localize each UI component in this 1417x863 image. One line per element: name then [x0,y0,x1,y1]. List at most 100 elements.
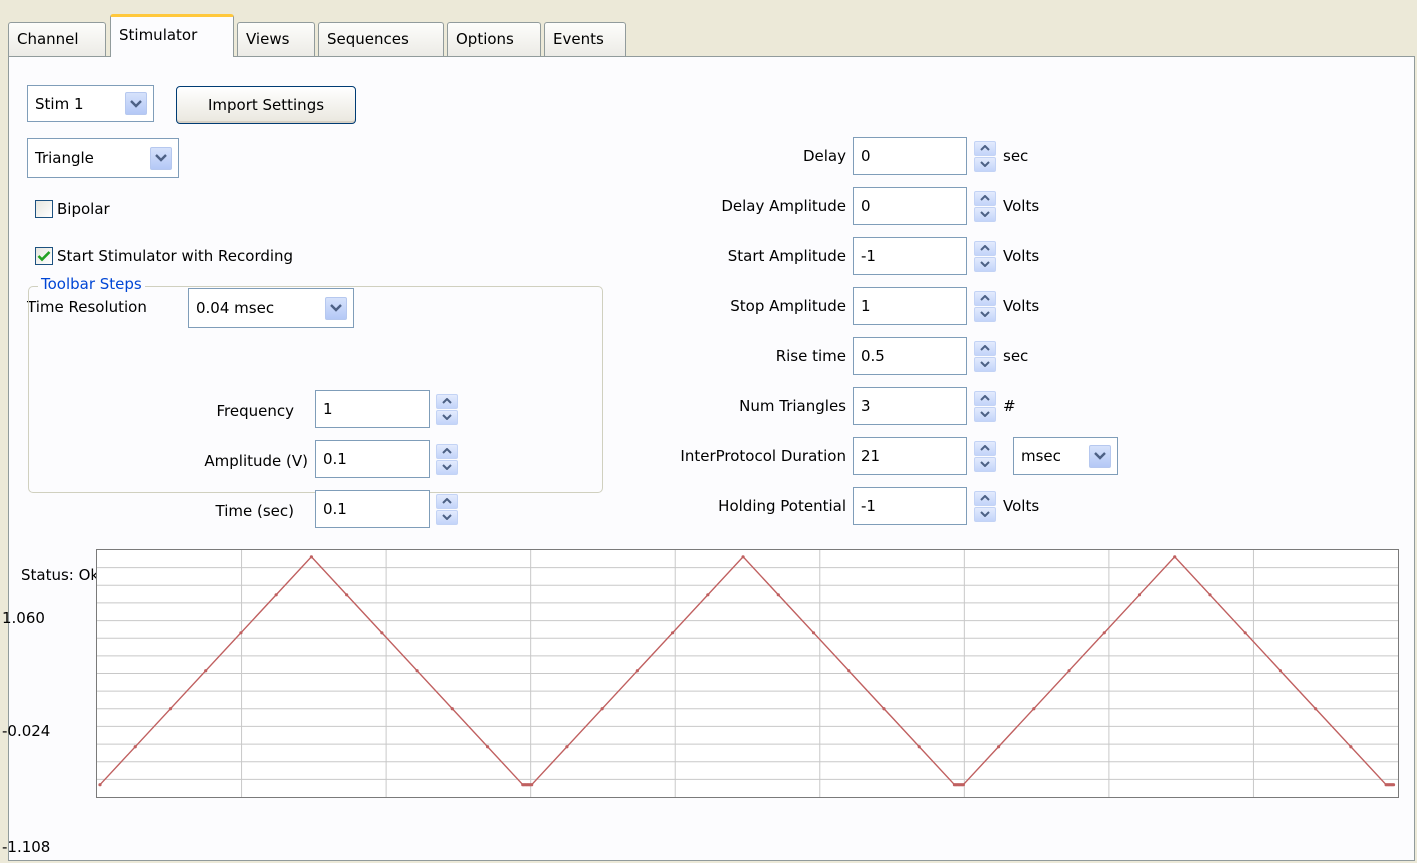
delay-field[interactable]: 0 [853,137,967,175]
chevron-down-icon[interactable] [150,146,172,170]
spin-down-icon[interactable] [974,306,996,322]
data-point [1173,555,1177,559]
data-point [1137,593,1142,597]
spin-down-icon[interactable] [974,356,996,372]
data-point [133,745,137,749]
stim-select[interactable]: Stim 1 [27,85,154,122]
spin-down-icon[interactable] [974,406,996,422]
amplitude-step-field[interactable]: 0.1 [315,440,430,478]
waveform-select-value: Triangle [35,149,94,167]
tab-channel-label: Channel [17,30,79,48]
time-label: Time (sec) [215,502,294,520]
chevron-down-icon[interactable] [1089,444,1111,468]
data-point [961,783,965,787]
stimulus-waveform-chart [97,550,1398,797]
stimulus-waveform-plot [96,549,1399,798]
data-point [1278,669,1283,673]
frequency-step-field[interactable]: 1 [315,390,430,428]
data-point [565,745,569,749]
tab-stimulator[interactable]: Stimulator [110,14,234,57]
start-amplitude-field[interactable]: -1 [853,237,967,275]
stop-amplitude-unit: Volts [1003,297,1040,315]
stop-amplitude-spinner[interactable] [974,287,996,325]
stim-select-value: Stim 1 [35,94,84,113]
data-point [1067,669,1071,673]
delay-amplitude-field[interactable]: 0 [853,187,967,225]
rise-time-unit: sec [1003,347,1029,365]
bipolar-label: Bipolar [57,200,110,218]
delay-amplitude-spinner[interactable] [974,187,996,225]
checkmark-icon[interactable] [35,247,53,265]
num-triangles-field[interactable]: 3 [853,387,967,425]
tab-channel[interactable]: Channel [8,22,106,56]
delay-amplitude-label: Delay Amplitude [721,197,846,215]
spin-down-icon[interactable] [436,409,458,425]
spin-down-icon[interactable] [974,256,996,272]
data-point [345,593,349,597]
holding-potential-spinner[interactable] [974,487,996,525]
import-settings-label: Import Settings [207,96,325,114]
stop-amplitude-label: Stop Amplitude [730,297,846,315]
waveform-select[interactable]: Triangle [27,138,179,178]
bipolar-checkbox[interactable]: Bipolar [35,200,110,218]
amplitude-label: Amplitude (V) [204,452,308,470]
spin-down-icon[interactable] [974,206,996,222]
y-tick-label: 1.060 [2,609,45,627]
data-point [670,631,675,635]
spin-up-icon[interactable] [974,340,996,356]
y-tick-label: -1.108 [2,838,51,856]
checkbox-unchecked-icon[interactable] [35,200,53,218]
stop-amplitude-field[interactable]: 1 [853,287,967,325]
start-amplitude-spinner[interactable] [974,237,996,275]
amplitude-spinner[interactable] [436,440,458,478]
tab-views[interactable]: Views [237,22,315,56]
data-point [741,555,745,559]
import-settings-button[interactable]: Import Settings [176,86,356,124]
data-point [635,669,639,673]
rise-time-field[interactable]: 0.5 [853,337,967,375]
start-with-recording-checkbox[interactable]: Start Stimulator with Recording [35,247,293,265]
spin-up-icon[interactable] [974,440,996,456]
holding-potential-field[interactable]: -1 [853,487,967,525]
data-point [706,593,710,597]
data-point [1314,707,1318,711]
spin-down-icon[interactable] [974,506,996,522]
interprotocol-duration-field[interactable]: 21 [853,437,967,475]
holding-potential-unit: Volts [1003,497,1040,515]
spin-down-icon[interactable] [974,456,996,472]
frequency-spinner[interactable] [436,390,458,428]
spin-up-icon[interactable] [974,490,996,506]
spin-up-icon[interactable] [974,140,996,156]
interprotocol-unit-select[interactable]: msec [1013,437,1118,475]
data-point [450,707,454,711]
data-point [847,669,851,673]
data-point [996,745,1001,749]
spin-up-icon[interactable] [974,290,996,306]
start-amplitude-unit: Volts [1003,247,1040,265]
data-point [1349,745,1353,749]
spin-up-icon[interactable] [436,493,458,509]
delay-label: Delay [802,147,846,165]
rise-time-spinner[interactable] [974,337,996,375]
data-point [309,555,313,559]
spin-up-icon[interactable] [436,443,458,459]
spin-up-icon[interactable] [974,390,996,406]
interprotocol-duration-spinner[interactable] [974,437,996,475]
interprotocol-duration-label: InterProtocol Duration [680,447,846,465]
time-step-field[interactable]: 0.1 [315,490,430,528]
delay-spinner[interactable] [974,137,996,175]
spin-up-icon[interactable] [974,190,996,206]
tab-options[interactable]: Options [447,22,541,56]
spin-down-icon[interactable] [436,459,458,475]
spin-down-icon[interactable] [974,156,996,172]
chevron-down-icon[interactable] [125,92,147,115]
tab-sequences[interactable]: Sequences [318,22,444,56]
num-triangles-spinner[interactable] [974,387,996,425]
start-with-recording-label: Start Stimulator with Recording [57,247,294,265]
spin-down-icon[interactable] [436,509,458,525]
spin-up-icon[interactable] [436,393,458,409]
data-point [1102,631,1106,635]
spin-up-icon[interactable] [974,240,996,256]
tab-events[interactable]: Events [544,22,626,56]
time-spinner[interactable] [436,490,458,528]
